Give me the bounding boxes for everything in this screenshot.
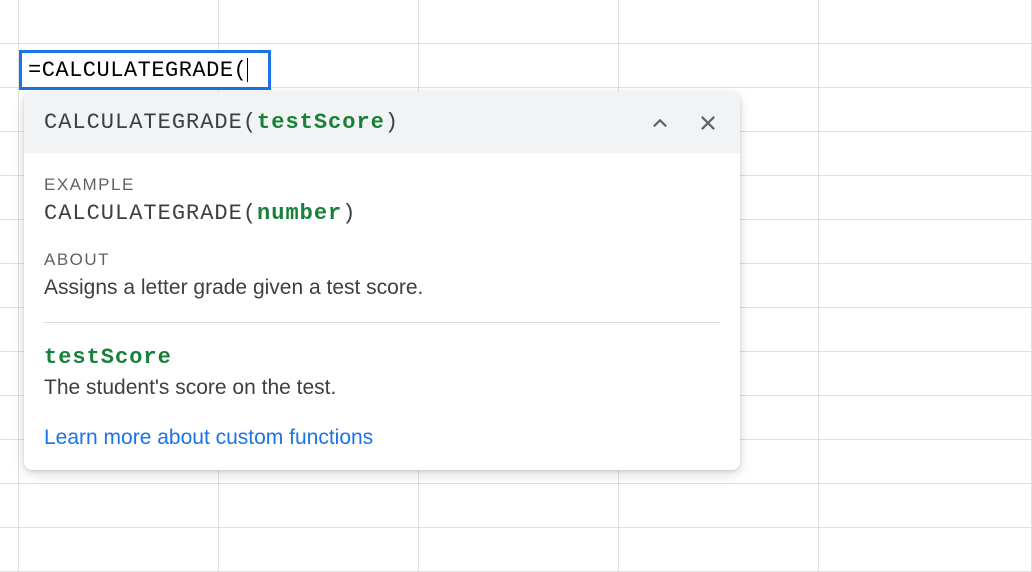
about-text: Assigns a letter grade given a test scor…: [44, 276, 720, 300]
grid-cell[interactable]: [0, 264, 19, 308]
grid-cell[interactable]: [419, 484, 619, 528]
grid-cell[interactable]: [0, 176, 19, 220]
grid-cell[interactable]: [0, 484, 19, 528]
tooltip-body: EXAMPLE CALCULATEGRADE(number) ABOUT Ass…: [24, 153, 740, 470]
grid-cell[interactable]: [0, 352, 19, 396]
grid-cell[interactable]: [219, 528, 419, 572]
grid-cell[interactable]: [819, 484, 1032, 528]
example-arg-type: number: [257, 201, 342, 226]
grid-cell[interactable]: [819, 396, 1032, 440]
signature-param: testScore: [257, 110, 385, 135]
param-description: The student's score on the test.: [44, 376, 720, 400]
grid-cell[interactable]: [419, 44, 619, 88]
signature-func-name: CALCULATEGRADE: [44, 110, 243, 135]
grid-cell[interactable]: [819, 264, 1032, 308]
divider: [44, 322, 720, 323]
grid-cell[interactable]: [419, 528, 619, 572]
grid-cell[interactable]: [0, 220, 19, 264]
chevron-up-icon: [649, 112, 671, 134]
grid-cell[interactable]: [219, 484, 419, 528]
grid-cell[interactable]: [819, 440, 1032, 484]
collapse-button[interactable]: [648, 111, 672, 135]
grid-cell[interactable]: [0, 0, 19, 44]
grid-cell[interactable]: [0, 440, 19, 484]
grid-cell[interactable]: [219, 0, 419, 44]
grid-cell[interactable]: [819, 0, 1032, 44]
formula-text: =CALCULATEGRADE(: [28, 58, 247, 83]
grid-cell[interactable]: [0, 132, 19, 176]
grid-cell[interactable]: [819, 44, 1032, 88]
grid-cell[interactable]: [819, 132, 1032, 176]
example-text: CALCULATEGRADE(number): [44, 201, 720, 226]
function-signature: CALCULATEGRADE(testScore): [44, 110, 399, 135]
grid-cell[interactable]: [0, 528, 19, 572]
function-help-tooltip: CALCULATEGRADE(testScore) EXAMPLE CALCUL…: [24, 92, 740, 470]
grid-cell[interactable]: [19, 484, 219, 528]
grid-cell[interactable]: [619, 0, 819, 44]
grid-cell[interactable]: [0, 44, 19, 88]
grid-cell[interactable]: [619, 528, 819, 572]
active-cell-formula-input[interactable]: =CALCULATEGRADE(: [19, 50, 271, 90]
grid-cell[interactable]: [0, 88, 19, 132]
grid-cell[interactable]: [419, 0, 619, 44]
grid-cell[interactable]: [19, 528, 219, 572]
grid-cell[interactable]: [819, 176, 1032, 220]
close-icon: [697, 112, 719, 134]
about-label: ABOUT: [44, 250, 720, 270]
param-name: testScore: [44, 345, 720, 370]
close-button[interactable]: [696, 111, 720, 135]
grid-cell[interactable]: [0, 308, 19, 352]
grid-cell[interactable]: [819, 308, 1032, 352]
grid-cell[interactable]: [619, 484, 819, 528]
text-cursor: [247, 58, 248, 82]
tooltip-header: CALCULATEGRADE(testScore): [24, 92, 740, 153]
grid-cell[interactable]: [819, 88, 1032, 132]
grid-cell[interactable]: [19, 0, 219, 44]
example-func-name: CALCULATEGRADE: [44, 201, 243, 226]
example-label: EXAMPLE: [44, 175, 720, 195]
grid-cell[interactable]: [819, 220, 1032, 264]
grid-cell[interactable]: [619, 44, 819, 88]
grid-cell[interactable]: [0, 396, 19, 440]
learn-more-link[interactable]: Learn more about custom functions: [44, 426, 720, 450]
grid-cell[interactable]: [819, 528, 1032, 572]
grid-cell[interactable]: [819, 352, 1032, 396]
tooltip-actions: [648, 111, 720, 135]
